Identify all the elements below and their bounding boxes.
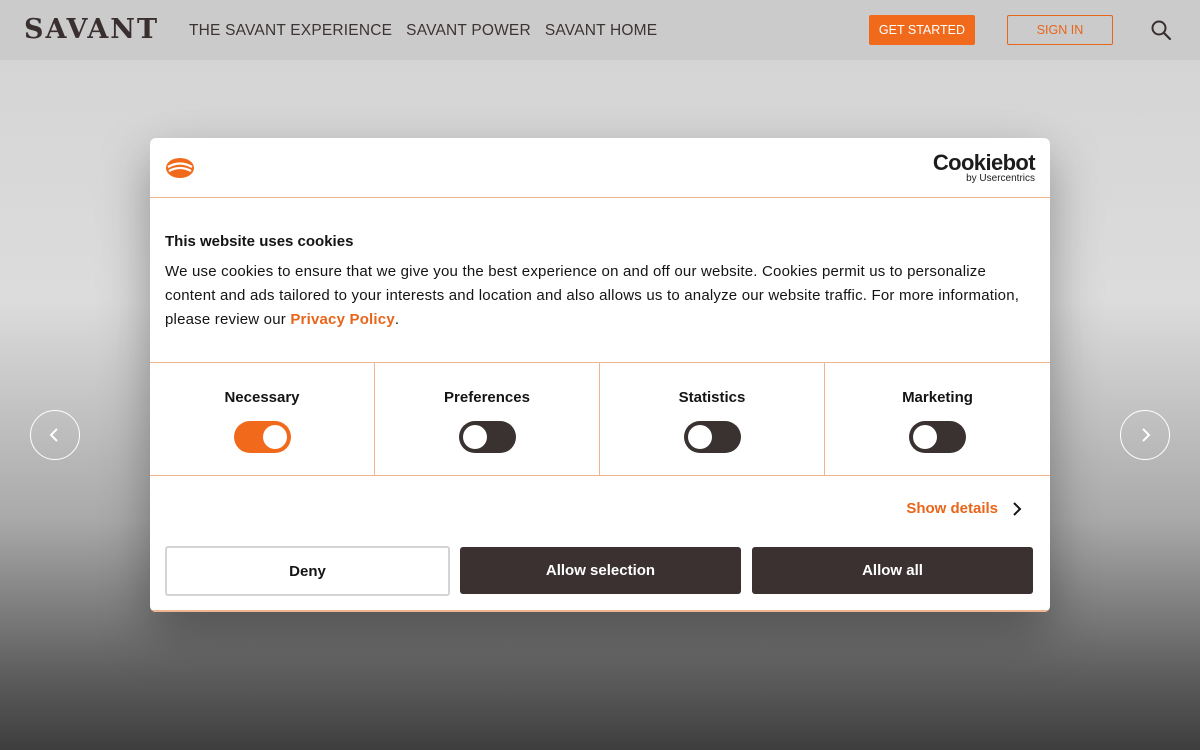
savant-logo[interactable]: SAVANT <box>24 14 159 45</box>
dialog-divider <box>150 610 1050 612</box>
search-icon[interactable] <box>1150 19 1172 41</box>
chevron-right-icon <box>1013 501 1022 516</box>
carousel-next-button[interactable] <box>1120 410 1170 460</box>
deny-button[interactable]: Deny <box>165 546 450 596</box>
site-header: SAVANT THE SAVANT EXPERIENCE SAVANT POWE… <box>0 0 1200 60</box>
cookiebot-brand[interactable]: Cookiebot by Usercentrics <box>932 150 1036 184</box>
nav-savant-power[interactable]: SAVANT POWER <box>406 22 531 40</box>
cookie-consent-dialog: Cookiebot by Usercentrics This website u… <box>150 138 1050 612</box>
toggle-knob <box>463 425 487 449</box>
nav-savant-home[interactable]: SAVANT HOME <box>545 22 657 40</box>
cookiebot-sub: by Usercentrics <box>966 173 1035 184</box>
nav-savant-experience[interactable]: THE SAVANT EXPERIENCE <box>189 22 392 40</box>
dialog-header: Cookiebot by Usercentrics <box>150 138 1050 198</box>
show-details-label: Show details <box>906 500 998 517</box>
category-statistics: Statistics <box>600 363 825 475</box>
cookiebot-name: Cookiebot <box>932 150 1036 175</box>
show-details-link[interactable]: Show details <box>906 500 1022 517</box>
allow-all-button[interactable]: Allow all <box>752 547 1033 594</box>
category-label: Preferences <box>444 389 530 406</box>
category-label: Marketing <box>902 389 973 406</box>
dialog-title: This website uses cookies <box>165 233 354 250</box>
category-preferences: Preferences <box>375 363 600 475</box>
toggle-knob <box>688 425 712 449</box>
allow-selection-button[interactable]: Allow selection <box>460 547 741 594</box>
category-necessary: Necessary <box>150 363 375 475</box>
toggle-knob <box>913 425 937 449</box>
marketing-toggle[interactable] <box>909 421 966 453</box>
dialog-actions: Deny Allow selection Allow all <box>165 546 1035 596</box>
chevron-right-icon <box>1142 428 1151 442</box>
necessary-toggle[interactable] <box>234 421 291 453</box>
category-label: Statistics <box>678 389 746 406</box>
statistics-toggle[interactable] <box>684 421 741 453</box>
category-label: Necessary <box>224 389 300 406</box>
chevron-left-icon <box>49 428 58 442</box>
cookie-logo-icon <box>166 158 194 178</box>
privacy-policy-link[interactable]: Privacy Policy <box>290 311 395 328</box>
description-end: . <box>394 311 400 328</box>
sign-in-button[interactable]: SIGN IN <box>1007 15 1113 45</box>
toggle-knob <box>263 425 287 449</box>
category-marketing: Marketing <box>825 363 1050 475</box>
carousel-prev-button[interactable] <box>30 410 80 460</box>
dialog-description: We use cookies to ensure that we give yo… <box>165 260 1035 332</box>
cookie-categories: Necessary Preferences Statistics Marketi… <box>150 362 1050 476</box>
main-nav: THE SAVANT EXPERIENCE SAVANT POWER SAVAN… <box>189 22 657 40</box>
preferences-toggle[interactable] <box>459 421 516 453</box>
get-started-button[interactable]: GET STARTED <box>869 15 975 45</box>
